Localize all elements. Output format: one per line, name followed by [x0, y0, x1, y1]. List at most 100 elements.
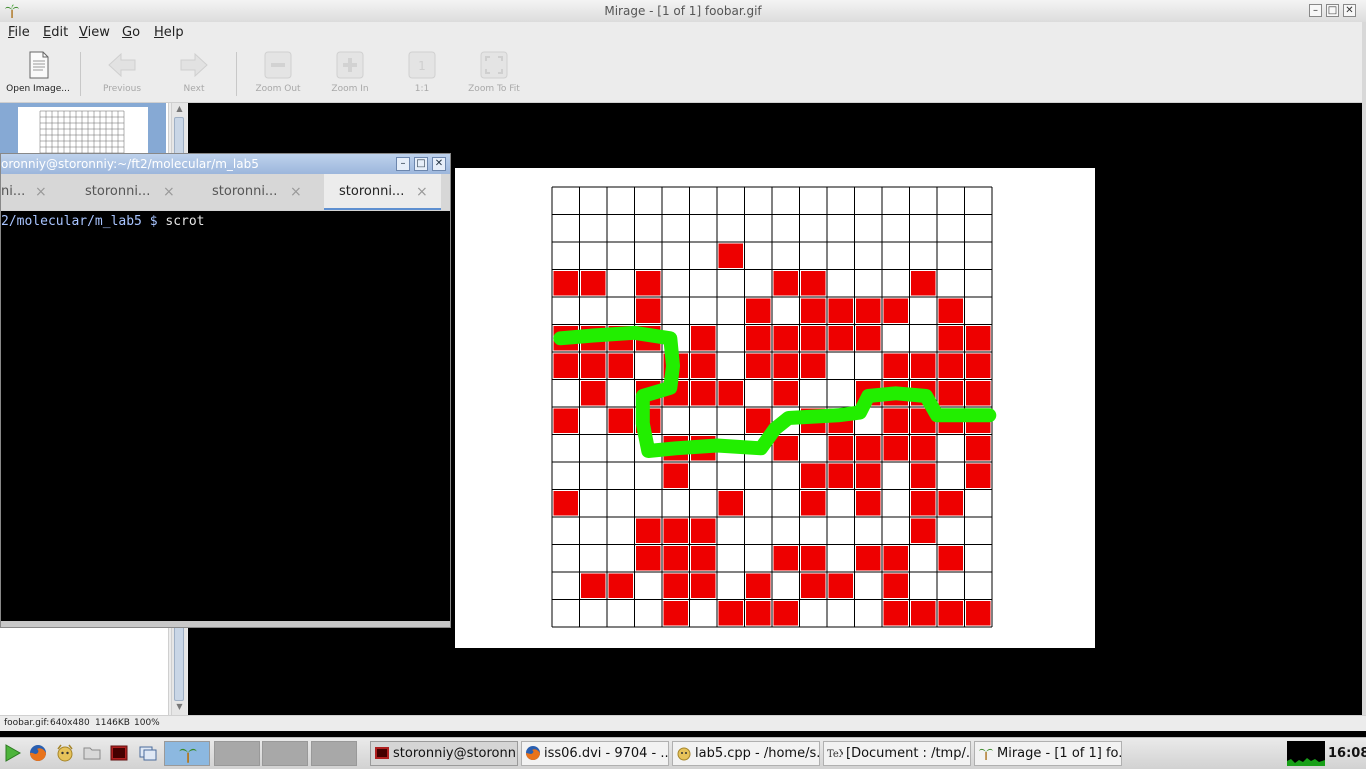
- filled-cell: [746, 326, 771, 351]
- scroll-up-icon[interactable]: ▲: [172, 103, 187, 115]
- folder-icon[interactable]: [82, 743, 102, 763]
- filled-cell: [636, 271, 661, 296]
- filled-cell: [883, 353, 908, 378]
- zoom-in-button[interactable]: Zoom In: [314, 48, 386, 100]
- filled-cell: [691, 353, 716, 378]
- filled-cell: [691, 573, 716, 598]
- previous-label: Previous: [102, 84, 142, 94]
- filled-cell: [691, 518, 716, 543]
- displayed-image: [455, 168, 1095, 648]
- task-mirage[interactable]: Mirage - [1 of 1] fo...: [974, 741, 1122, 766]
- menu-view[interactable]: View: [79, 22, 110, 44]
- filled-cell: [663, 546, 688, 571]
- tab-close-icon[interactable]: ×: [290, 174, 302, 210]
- terminal-tab-label: storonni...: [339, 184, 405, 199]
- tab-close-icon[interactable]: ×: [35, 174, 47, 210]
- thumbnail-item-selected[interactable]: [0, 103, 166, 155]
- document-icon: [29, 51, 49, 79]
- filled-cell: [828, 298, 853, 323]
- gnu-editor-icon[interactable]: [55, 743, 75, 763]
- terminal-close-button[interactable]: ✕: [432, 157, 446, 171]
- tab-close-icon[interactable]: ×: [163, 174, 175, 210]
- filled-cell: [938, 601, 963, 626]
- zoom-out-label: Zoom Out: [255, 84, 301, 94]
- task-terminal[interactable]: storonniy@storonn...: [370, 741, 518, 766]
- filled-cell: [801, 353, 826, 378]
- terminal-maximize-button[interactable]: □: [414, 157, 428, 171]
- zoom-actual-icon: 1: [408, 51, 436, 79]
- terminal-launcher-icon[interactable]: [109, 743, 129, 763]
- svg-text:1: 1: [418, 59, 426, 73]
- firefox-icon[interactable]: [28, 743, 48, 763]
- title-bar[interactable]: Mirage - [1 of 1] foobar.gif – □ ✕: [0, 0, 1366, 23]
- next-label: Next: [183, 84, 205, 94]
- zoom-out-button[interactable]: Zoom Out: [242, 48, 314, 100]
- mirage-task-icon: [979, 748, 993, 760]
- filled-cell: [883, 298, 908, 323]
- filled-cell: [773, 436, 798, 461]
- terminal-icon: [375, 747, 389, 759]
- previous-button[interactable]: Previous: [86, 48, 158, 100]
- filled-cell: [636, 546, 661, 571]
- task-tex-document[interactable]: TeX [Document : /tmp/...: [823, 741, 971, 766]
- terminal-prompt: 2/molecular/m_lab5 $: [1, 214, 166, 229]
- terminal-minimize-button[interactable]: –: [396, 157, 410, 171]
- next-button[interactable]: Next: [158, 48, 230, 100]
- minimize-button[interactable]: –: [1309, 4, 1322, 17]
- filled-cell: [691, 326, 716, 351]
- filled-cell: [966, 436, 991, 461]
- filled-cell: [801, 546, 826, 571]
- terminal-tab-1[interactable]: ni... ×: [1, 174, 69, 210]
- filled-cell: [608, 573, 633, 598]
- terminal-output[interactable]: 2/molecular/m_lab5 $ scrot: [1, 211, 450, 621]
- filled-cell: [801, 298, 826, 323]
- filled-cell: [911, 518, 936, 543]
- clock: 16:08: [1328, 746, 1366, 761]
- filled-cell: [608, 353, 633, 378]
- terminal-tab-3[interactable]: storonni... ×: [212, 174, 322, 210]
- filled-cell: [856, 326, 881, 351]
- menu-go[interactable]: Go: [122, 22, 140, 44]
- filled-cell: [938, 491, 963, 516]
- menu-help[interactable]: Help: [154, 22, 184, 44]
- task-label: [Document : /tmp/...: [846, 746, 971, 761]
- task-dvi-viewer[interactable]: iss06.dvi - 9704 - ...: [521, 741, 669, 766]
- mirage-pager-icon: [179, 748, 197, 763]
- menu-file[interactable]: File: [8, 22, 30, 44]
- zoom-in-icon: [336, 51, 364, 79]
- desktop-pager-4[interactable]: [311, 741, 357, 766]
- window-border: [1362, 22, 1366, 715]
- show-desktop-icon[interactable]: [138, 743, 158, 763]
- terminal-title-bar[interactable]: oronniy@storonniy:~/ft2/molecular/m_lab5…: [1, 154, 450, 174]
- zoom-to-fit-button[interactable]: Zoom To Fit: [458, 48, 530, 100]
- desktop-pager-2[interactable]: [214, 741, 260, 766]
- filled-cell: [911, 491, 936, 516]
- filled-cell: [828, 463, 853, 488]
- desktop-pager-1[interactable]: [164, 741, 210, 766]
- status-filename: foobar.gif:: [4, 718, 50, 728]
- gnu-task-icon: [677, 747, 691, 761]
- terminal-tab-2[interactable]: storonni... ×: [85, 174, 195, 210]
- tab-close-icon[interactable]: ×: [416, 174, 428, 210]
- filled-cell: [911, 353, 936, 378]
- status-filesize: 1146KB: [95, 718, 130, 728]
- terminal-command: scrot: [165, 214, 205, 229]
- terminal-window[interactable]: oronniy@storonniy:~/ft2/molecular/m_lab5…: [0, 153, 451, 628]
- filled-cell: [553, 271, 578, 296]
- close-button[interactable]: ✕: [1343, 4, 1356, 17]
- desktop-pager-3[interactable]: [262, 741, 308, 766]
- scroll-down-icon[interactable]: ▼: [172, 701, 187, 713]
- terminal-tab-4-active[interactable]: storonni... ×: [324, 174, 441, 210]
- filled-cell: [938, 326, 963, 351]
- filled-cell: [636, 298, 661, 323]
- filled-cell: [718, 491, 743, 516]
- maximize-button[interactable]: □: [1326, 4, 1339, 17]
- toolbar-separator: [236, 52, 237, 96]
- task-editor[interactable]: lab5.cpp - /home/s...: [672, 741, 820, 766]
- task-label: iss06.dvi - 9704 - ...: [544, 746, 669, 761]
- zoom-1-1-button[interactable]: 1 1:1: [386, 48, 458, 100]
- menu-edit[interactable]: Edit: [43, 22, 68, 44]
- status-zoom: 100%: [134, 718, 160, 728]
- open-image-button[interactable]: Open Image...: [2, 48, 74, 100]
- start-menu-icon[interactable]: [2, 743, 22, 763]
